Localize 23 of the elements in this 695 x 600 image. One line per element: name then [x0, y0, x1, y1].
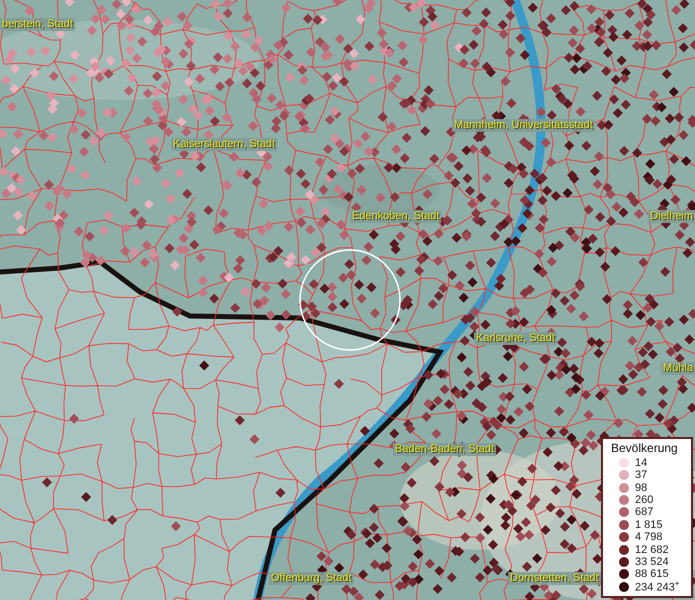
place-label: Edenkoben, Stadt — [350, 210, 442, 223]
place-label: Dornstetten, Stadt — [508, 572, 601, 585]
place-label: Offenburg, Stadt — [269, 572, 354, 585]
legend-value: 687 — [635, 506, 654, 518]
place-label: Baden-Baden, Stadt — [393, 443, 496, 456]
legend-value: 37 — [635, 469, 648, 482]
legend-title: Bevölkerung — [611, 440, 679, 455]
legend-value: 260 — [635, 494, 654, 506]
legend-value: 88 615 — [635, 568, 669, 580]
place-label: Mühla — [661, 362, 695, 375]
legend-value: 4 798 — [635, 531, 663, 544]
legend-value: 33 524 — [635, 556, 669, 568]
legend-value: 1 815 — [635, 518, 663, 531]
legend-value: 12 682 — [635, 544, 669, 556]
place-label: Karlsruhe, Stadt — [474, 332, 557, 345]
legend-value: 14 — [635, 456, 648, 469]
map-drawing[interactable] — [0, 0, 695, 600]
place-label: Mannheim, Universitätsstadt — [452, 119, 595, 132]
legend-value: 234 243$^{+}$ — [635, 579, 680, 594]
place-label: Dielheim — [648, 210, 695, 223]
legend-value: 98 — [635, 482, 648, 494]
place-label: berstein, Stadt — [0, 18, 75, 31]
place-label: Kaiserslautern, Stadt — [171, 138, 278, 151]
